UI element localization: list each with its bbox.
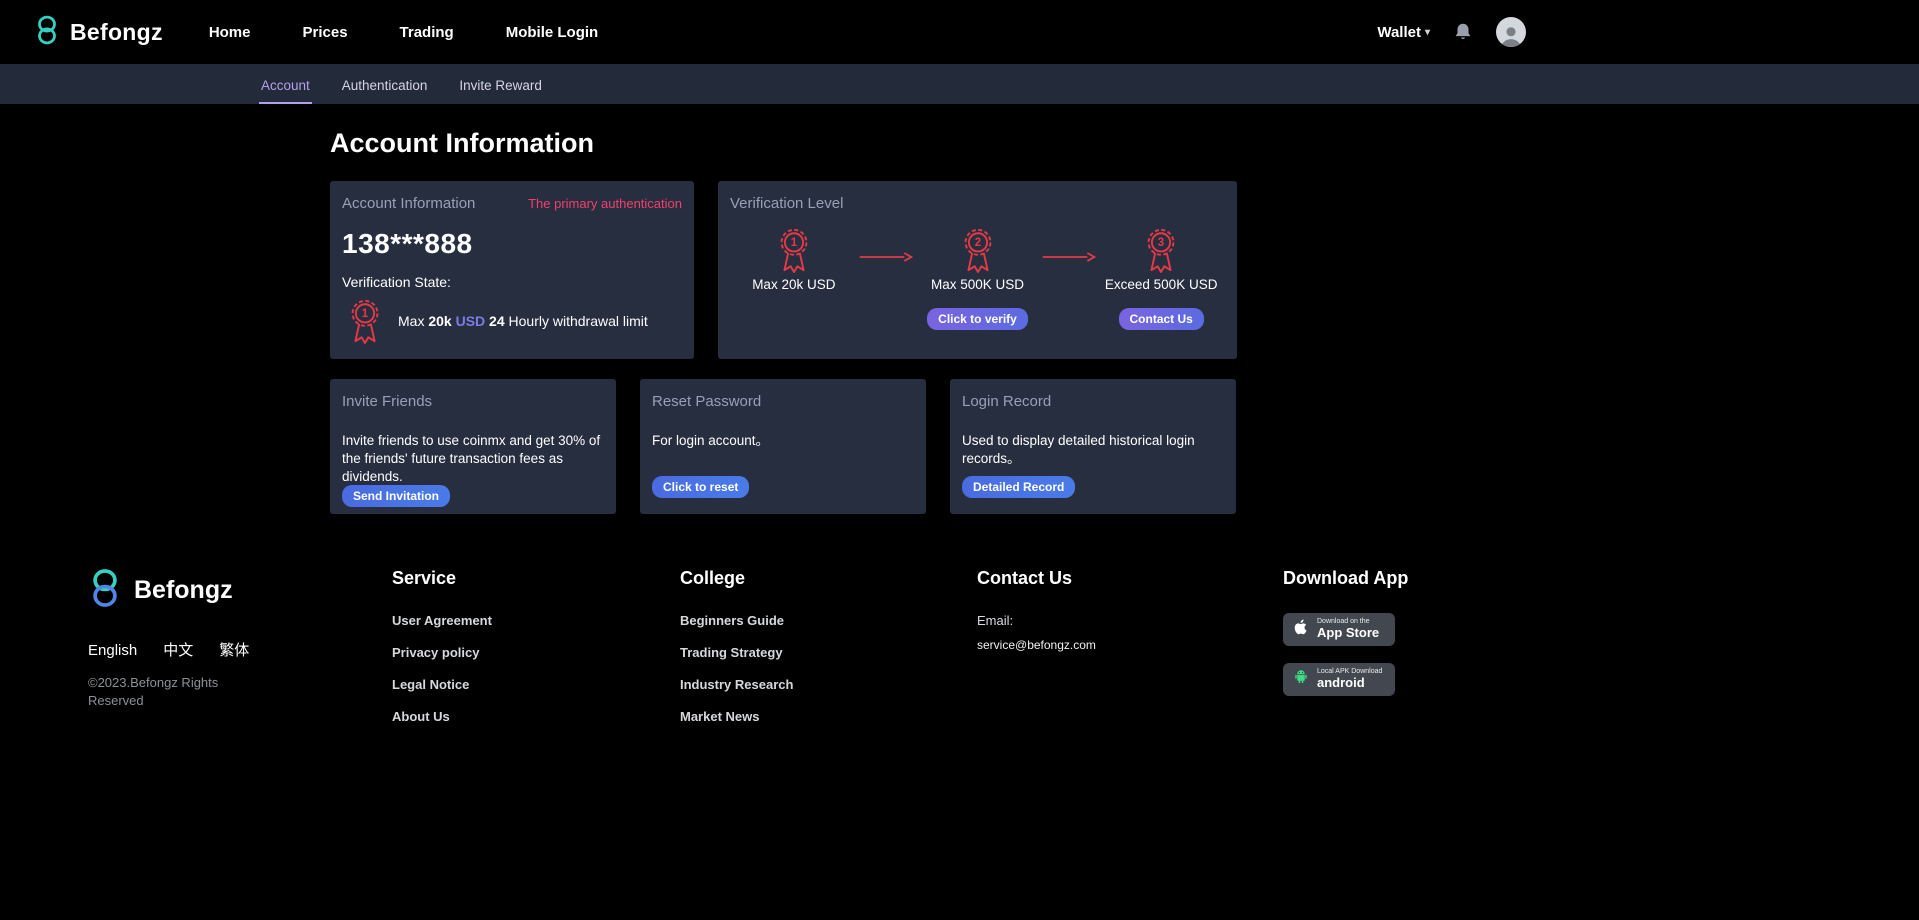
reset-password-text: For login account。 bbox=[652, 433, 770, 448]
app-store-badge[interactable]: Download on the App Store bbox=[1283, 613, 1395, 646]
level2-label: Max 500K USD bbox=[930, 277, 1025, 292]
invite-friends-text: Invite friends to use coinmx and get 30%… bbox=[342, 433, 601, 484]
footer-brand-name: Befongz bbox=[134, 576, 233, 604]
appstore-badge-line2: App Store bbox=[1317, 625, 1380, 641]
bottom-cards-row: Invite Friends Invite friends to use coi… bbox=[330, 379, 1919, 514]
link-user-agreement[interactable]: User Agreement bbox=[392, 613, 680, 628]
reset-password-card: Reset Password For login account。 Click … bbox=[640, 379, 926, 514]
link-beginners-guide[interactable]: Beginners Guide bbox=[680, 613, 977, 628]
footer-download-column: Download App Download on the App Store L… bbox=[1283, 568, 1408, 741]
wallet-dropdown[interactable]: Wallet ▾ bbox=[1377, 24, 1430, 41]
footer-brand[interactable]: Befongz bbox=[88, 568, 392, 613]
contact-us-button[interactable]: Contact Us bbox=[1118, 308, 1204, 330]
user-avatar[interactable] bbox=[1496, 17, 1526, 47]
main-content: Account Information Account Information … bbox=[0, 104, 1919, 514]
medal-level2-icon: 2 bbox=[964, 228, 991, 273]
wallet-label: Wallet bbox=[1377, 23, 1421, 41]
verification-level-1: 1 Max 20k USD bbox=[730, 225, 858, 330]
language-switcher: English 中文 繁体 bbox=[88, 639, 392, 660]
medal-level1-icon: 1 bbox=[780, 228, 808, 273]
chevron-down-icon: ▾ bbox=[1424, 26, 1430, 38]
navbar-right: Wallet ▾ bbox=[1377, 17, 1526, 47]
medal-number: 1 bbox=[362, 308, 369, 320]
account-phone-number: 138***888 bbox=[342, 228, 473, 259]
click-to-verify-button[interactable]: Click to verify bbox=[927, 308, 1028, 330]
verification-levels: 1 Max 20k USD 2 Max 500K USD Click to ve… bbox=[730, 225, 1225, 330]
nav-item-mobile-login[interactable]: Mobile Login bbox=[506, 24, 598, 41]
language-english[interactable]: English bbox=[88, 642, 137, 659]
nav-item-trading[interactable]: Trading bbox=[400, 24, 454, 41]
detailed-record-button[interactable]: Detailed Record bbox=[962, 476, 1076, 498]
android-icon bbox=[1292, 668, 1310, 691]
footer-college-column: College Beginners Guide Trading Strategy… bbox=[680, 568, 977, 741]
link-legal-notice[interactable]: Legal Notice bbox=[392, 677, 680, 692]
login-record-title: Login Record bbox=[962, 393, 1052, 410]
svg-text:3: 3 bbox=[1158, 237, 1164, 249]
login-record-card: Login Record Used to display detailed hi… bbox=[950, 379, 1236, 514]
language-traditional-chinese[interactable]: 繁体 bbox=[219, 639, 249, 660]
contact-column-title: Contact Us bbox=[977, 568, 1073, 588]
tab-authentication[interactable]: Authentication bbox=[340, 68, 430, 104]
svg-text:2: 2 bbox=[974, 237, 980, 249]
link-privacy-policy[interactable]: Privacy policy bbox=[392, 645, 680, 660]
invite-friends-card: Invite Friends Invite friends to use coi… bbox=[330, 379, 616, 514]
tab-invite-reward[interactable]: Invite Reward bbox=[457, 68, 544, 104]
brand-name: Befongz bbox=[70, 18, 163, 45]
link-about-us[interactable]: About Us bbox=[392, 709, 680, 724]
invite-friends-title: Invite Friends bbox=[342, 393, 433, 410]
verification-level-3: 3 Exceed 500K USD Contact Us bbox=[1097, 225, 1225, 330]
medal-level1-icon: 1 bbox=[351, 299, 379, 344]
email-label: Email: bbox=[977, 613, 1014, 628]
primary-authentication-badge: The primary authentication bbox=[528, 196, 682, 211]
college-column-title: College bbox=[680, 568, 746, 588]
svg-text:1: 1 bbox=[791, 237, 798, 249]
email-address: service@befongz.com bbox=[977, 638, 1096, 652]
click-to-reset-button[interactable]: Click to reset bbox=[652, 476, 750, 498]
page-title: Account Information bbox=[330, 128, 594, 158]
link-industry-research[interactable]: Industry Research bbox=[680, 677, 977, 692]
account-card-title: Account Information bbox=[342, 195, 476, 212]
reset-password-title: Reset Password bbox=[652, 393, 762, 410]
level1-label: Max 20k USD bbox=[752, 277, 836, 292]
nav-item-prices[interactable]: Prices bbox=[303, 24, 348, 41]
copyright-text: ©2023.Befongz Rights Reserved bbox=[88, 675, 219, 708]
android-apk-badge[interactable]: Local APK Download android bbox=[1283, 663, 1395, 696]
apple-icon bbox=[1292, 617, 1310, 642]
page-footer: Befongz English 中文 繁体 ©2023.Befongz Righ… bbox=[0, 514, 1919, 741]
brand-logo-icon bbox=[34, 15, 60, 50]
verification-level-card: Verification Level 1 Max 20k USD 2 Max 5… bbox=[718, 181, 1237, 359]
arrow-right-icon bbox=[859, 252, 913, 262]
top-cards-row: Account Information The primary authenti… bbox=[330, 181, 1919, 359]
nav-item-home[interactable]: Home bbox=[209, 24, 251, 41]
download-column-title: Download App bbox=[1283, 568, 1409, 588]
tab-account[interactable]: Account bbox=[259, 68, 312, 104]
footer-logo-icon bbox=[88, 568, 122, 613]
service-column-title: Service bbox=[392, 568, 457, 588]
withdrawal-limit-text: Max 20k USD 24 Hourly withdrawal limit bbox=[398, 313, 648, 329]
link-trading-strategy[interactable]: Trading Strategy bbox=[680, 645, 977, 660]
account-info-card: Account Information The primary authenti… bbox=[330, 181, 694, 359]
verification-level-2: 2 Max 500K USD Click to verify bbox=[914, 225, 1042, 330]
footer-contact-column: Contact Us Email: service@befongz.com bbox=[977, 568, 1283, 741]
top-navbar: Befongz Home Prices Trading Mobile Login… bbox=[0, 0, 1560, 64]
link-market-news[interactable]: Market News bbox=[680, 709, 977, 724]
footer-service-column: Service User Agreement Privacy policy Le… bbox=[392, 568, 680, 741]
verification-card-title: Verification Level bbox=[730, 195, 844, 212]
main-nav: Home Prices Trading Mobile Login bbox=[209, 24, 598, 41]
level3-label: Exceed 500K USD bbox=[1104, 277, 1218, 292]
notifications-bell-icon[interactable] bbox=[1452, 21, 1474, 43]
account-subnav: Account Authentication Invite Reward bbox=[0, 64, 1919, 104]
language-simplified-chinese[interactable]: 中文 bbox=[163, 639, 193, 660]
login-record-text: Used to display detailed historical logi… bbox=[962, 433, 1195, 466]
verification-state-label: Verification State: bbox=[342, 274, 451, 290]
android-badge-line2: android bbox=[1317, 675, 1365, 691]
arrow-right-icon bbox=[1043, 252, 1097, 262]
send-invitation-button[interactable]: Send Invitation bbox=[342, 485, 451, 508]
brand[interactable]: Befongz bbox=[34, 15, 163, 50]
medal-level3-icon: 3 bbox=[1147, 228, 1175, 273]
footer-brand-block: Befongz English 中文 繁体 ©2023.Befongz Righ… bbox=[88, 568, 392, 741]
